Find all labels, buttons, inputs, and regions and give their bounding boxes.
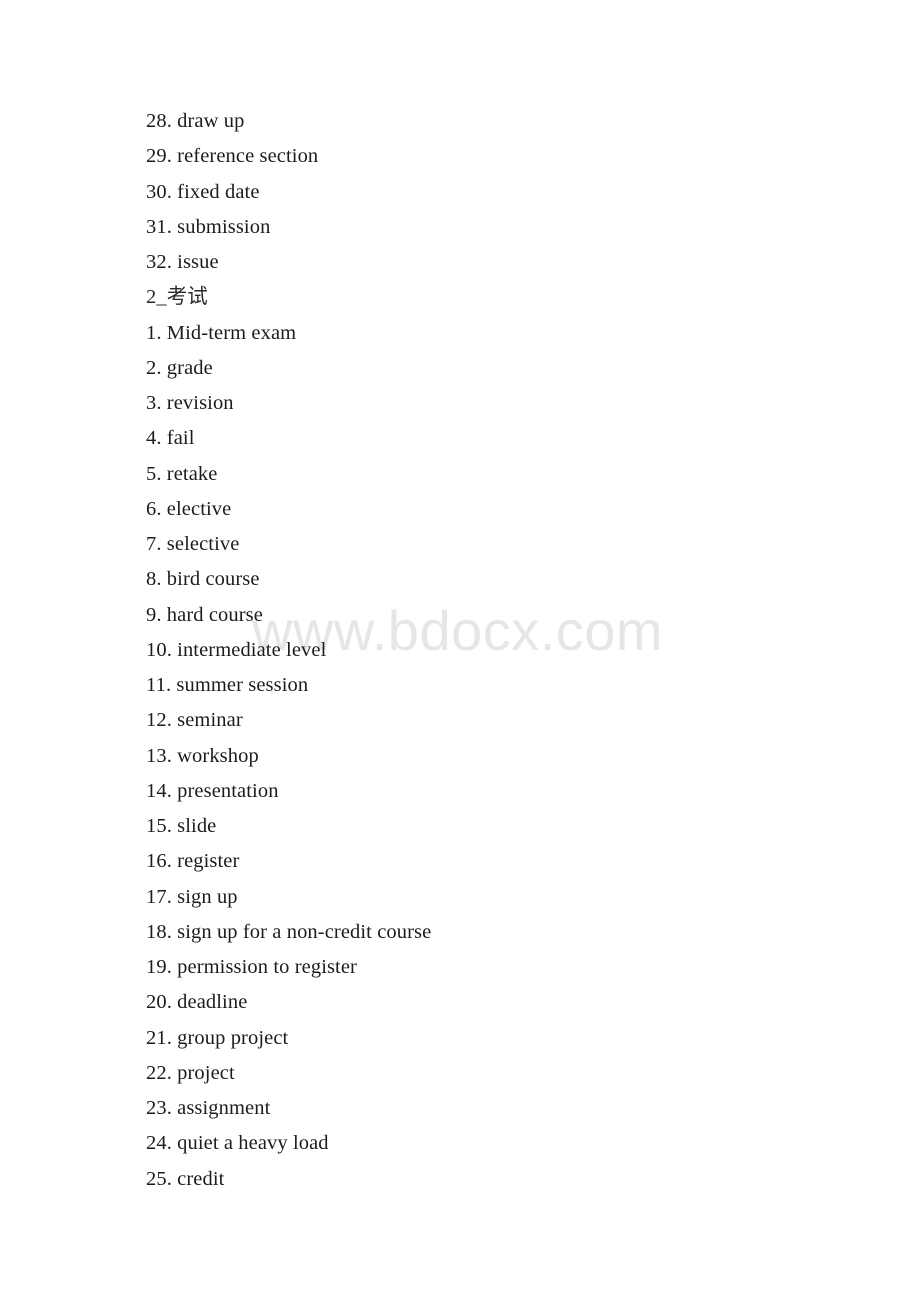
list-item: 12. seminar [146,709,243,732]
list-item: 25. credit [146,1167,225,1190]
list-item: 17. sign up [146,885,238,908]
section-heading: 2_考试 [146,286,208,309]
list-item: 15. slide [146,815,217,837]
list-item: 29. reference section [146,145,319,168]
list-item: 22. project [146,1061,235,1084]
list-item: 21. group project [146,1026,289,1049]
list-item: 14. presentation [146,779,279,802]
list-item: 31. submission [146,215,271,238]
list-item: 23. assignment [146,1097,271,1119]
list-item: 11. summer session [146,674,309,696]
list-item: 28. draw up [146,110,245,132]
list-item: 4. fail [146,427,195,450]
list-item: 10. intermediate level [146,638,327,661]
list-item: 19. permission to register [146,956,357,978]
list-item: 8. bird course [146,568,260,591]
list-item: 18. sign up for a non-credit course [146,920,432,943]
list-item: 13. workshop [146,744,259,767]
document-body: 28. draw up 29. reference section 30. fixe… [146,104,860,1197]
list-item: 7. selective [146,533,240,555]
list-item: 24. quiet a heavy load [146,1132,329,1155]
list-item: 1. Mid-term exam [146,321,297,344]
list-item: 2. grade [146,356,213,379]
list-item: 16. register [146,850,240,873]
list-item: 6. elective [146,497,232,520]
list-item: 20. deadline [146,991,248,1014]
list-item: 32. issue [146,251,219,273]
list-item: 9. hard course [146,603,263,626]
list-item: 3. revision [146,392,234,414]
list-item: 30. fixed date [146,180,260,203]
document-page: www.bdocx.com 28. draw up 29. reference s… [0,0,920,1302]
list-item: 5. retake [146,462,218,485]
